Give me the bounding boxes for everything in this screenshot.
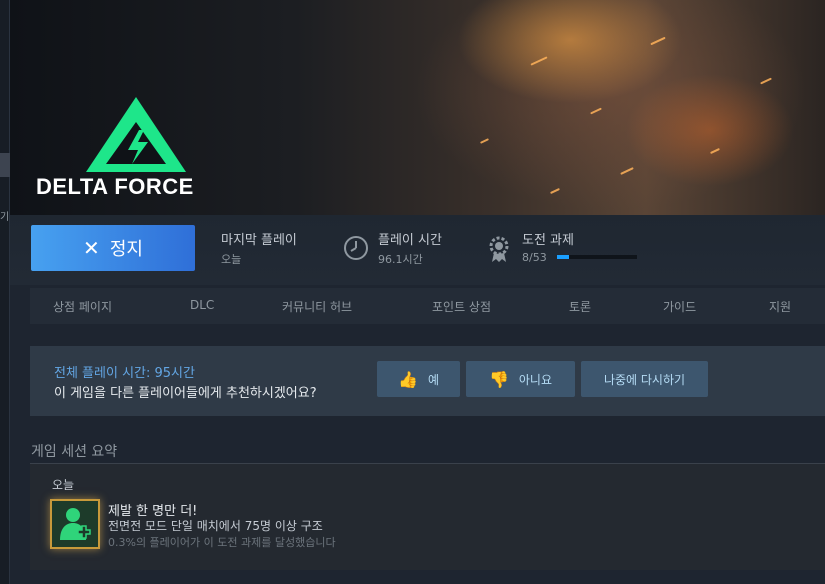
recommend-panel: 전체 플레이 시간: 95시간 이 게임을 다른 플레이어들에게 추천하시겠어요… (30, 346, 825, 416)
stop-button[interactable]: ✕ 정지 (31, 225, 195, 271)
recommend-question: 이 게임을 다른 플레이어들에게 추천하시겠어요? (54, 386, 317, 401)
stop-label: 정지 (109, 239, 143, 260)
sidebar-glyph: 기 (0, 212, 10, 223)
nav-support[interactable]: 지원 (769, 298, 791, 315)
achievement-medal-icon (489, 236, 509, 262)
nav-community-hub[interactable]: 커뮤니티 허브 (282, 298, 352, 315)
hero-banner: DELTA FORCE (10, 0, 825, 215)
nav-points-shop[interactable]: 포인트 상점 (432, 298, 491, 315)
nav-dlc[interactable]: DLC (190, 298, 214, 312)
last-played-value: 오늘 (221, 253, 242, 266)
game-nav-bar: 상점 페이지 DLC 커뮤니티 허브 포인트 상점 토론 가이드 지원 (30, 288, 825, 324)
sidebar-selected-item[interactable] (0, 153, 10, 177)
session-date: 오늘 (52, 478, 75, 492)
left-sidebar: 기 (0, 0, 10, 584)
last-played-stat: 마지막 플레이 오늘 (221, 229, 297, 267)
last-played-label: 마지막 플레이 (221, 233, 297, 248)
achievement-unlock-percent: 0.3%의 플레이어가 이 도전 과제를 달성했습니다 (108, 536, 336, 549)
nav-store-page[interactable]: 상점 페이지 (53, 298, 112, 315)
recommend-no-button[interactable]: 👎 아니요 (466, 361, 575, 397)
recommend-yes-label: 예 (427, 372, 439, 387)
logo-text: DELTA FORCE (36, 174, 194, 199)
recommend-yes-button[interactable]: 👍 예 (377, 361, 460, 397)
achievements-label: 도전 과제 (522, 233, 574, 248)
achievement-badge-icon (50, 499, 100, 549)
rescue-person-icon (60, 508, 91, 540)
recommend-later-label: 나중에 다시하기 (603, 372, 686, 387)
playtime-value: 96.1시간 (378, 253, 423, 266)
achievements-progress-bar (557, 255, 637, 259)
thumbs-down-icon: 👎 (488, 369, 509, 389)
achievements-progress-fill (557, 255, 570, 259)
clock-icon (344, 236, 368, 260)
recommend-no-label: 아니요 (518, 372, 553, 387)
thumbs-up-icon: 👍 (398, 369, 418, 389)
playtime-label: 플레이 시간 (378, 233, 442, 248)
achievement-description: 전면전 모드 단일 매치에서 75명 이상 구조 (108, 519, 323, 533)
nav-guides[interactable]: 가이드 (663, 298, 696, 315)
playtime-stat: 플레이 시간 96.1시간 (378, 229, 442, 267)
session-summary-title: 게임 세션 요약 (31, 444, 118, 460)
game-page: 기 DELTA FORCE ✕ 정지 마지막 플레이 오늘 플레이 시간 96.… (0, 0, 825, 584)
session-summary-card: 오늘 제발 한 명만 더! 전면전 모드 단일 매치에서 75명 이상 구조 0… (30, 463, 825, 570)
action-bar: ✕ 정지 마지막 플레이 오늘 플레이 시간 96.1시간 도전 과제 8/53 (10, 215, 825, 285)
recommend-later-button[interactable]: 나중에 다시하기 (581, 361, 708, 397)
close-icon: ✕ (83, 236, 100, 260)
nav-discussions[interactable]: 토론 (569, 298, 591, 315)
total-playtime-text: 전체 플레이 시간: 95시간 (54, 366, 195, 381)
